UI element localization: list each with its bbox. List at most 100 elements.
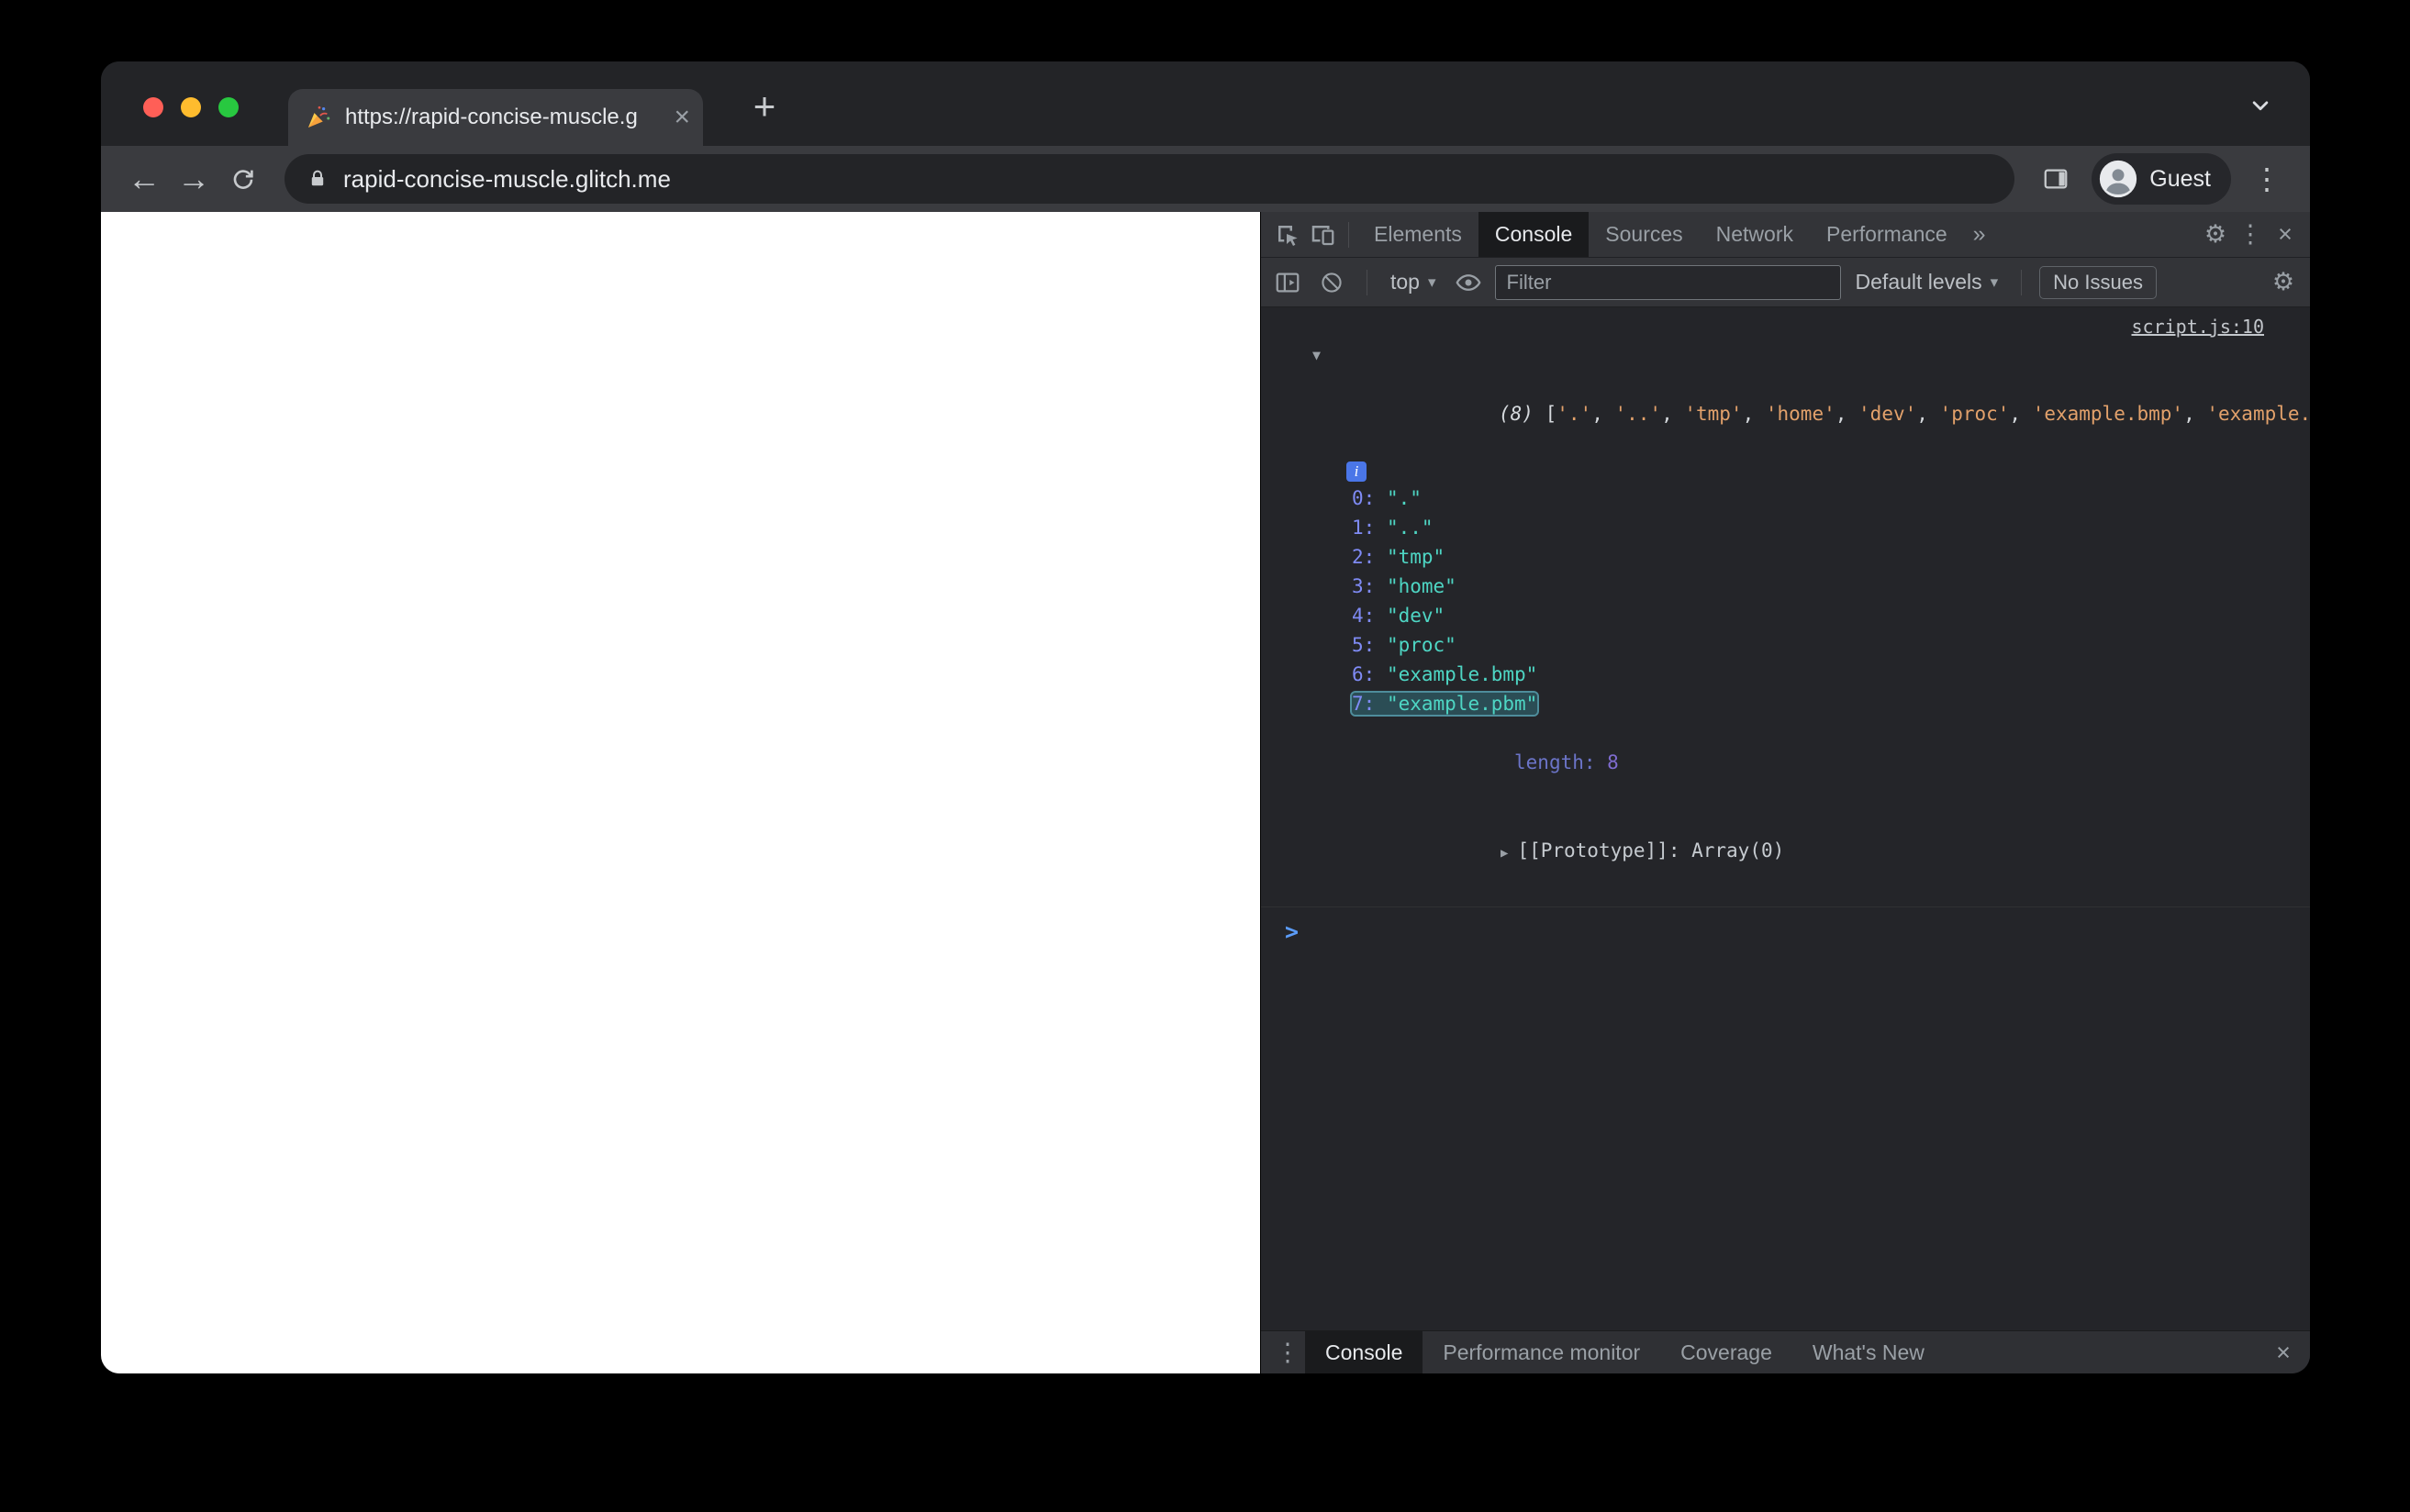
device-toolbar-icon[interactable] (1305, 217, 1340, 252)
clear-console-icon[interactable] (1314, 265, 1349, 300)
array-entry-row: 7: "example.pbm" (1261, 689, 2310, 718)
console-array-rows: 0: "." 1: ".." 2: "tmp" 3: "home" 4: "dev" 5:… (1261, 484, 2310, 718)
log-levels-label: Default levels (1855, 270, 1982, 294)
live-expression-eye-icon[interactable] (1451, 265, 1486, 300)
array-index: 3: (1352, 575, 1387, 597)
tab-search-chevron-icon[interactable] (2244, 89, 2277, 122)
new-tab-button[interactable]: + (743, 84, 786, 128)
tab-title: https://rapid-concise-muscle.g (345, 105, 638, 129)
profile-chip[interactable]: Guest (2092, 153, 2231, 205)
console-settings-gear-icon[interactable]: ⚙ (2266, 265, 2301, 300)
browser-tab[interactable]: https://rapid-concise-muscle.g × (288, 89, 703, 146)
array-value: "." (1386, 487, 1422, 509)
length-value: 8 (1607, 751, 1619, 773)
back-button[interactable]: ← (123, 158, 165, 200)
array-index: 6: (1352, 663, 1387, 685)
no-issues-button[interactable]: No Issues (2039, 265, 2157, 299)
array-entry-row: 1: ".." (1261, 513, 2310, 542)
devtools-close-icon[interactable]: × (2268, 217, 2303, 252)
console-preview-token: '..' (1614, 403, 1662, 425)
array-entry-row: 5: "proc" (1261, 630, 2310, 660)
browser-toolbar: ← → rapid-concise-muscle.glitch.me Guest… (101, 146, 2310, 212)
array-entry: 4: "dev" (1352, 605, 1445, 627)
browser-menu-button[interactable]: ⋮ (2246, 158, 2288, 200)
prototype-value: Array(0) (1691, 839, 1785, 862)
array-entry: 3: "home" (1352, 575, 1456, 597)
collapse-triangle-icon[interactable]: ▼ (1312, 340, 1321, 370)
devtools-tab-sources[interactable]: Sources (1589, 212, 1699, 257)
address-bar[interactable]: rapid-concise-muscle.glitch.me (285, 154, 2015, 204)
guest-avatar-icon (2099, 160, 2137, 198)
console-preview-token: , (1591, 403, 1615, 425)
console-preview-token: [ (1545, 403, 1557, 425)
drawer-tab-coverage[interactable]: Coverage (1660, 1331, 1792, 1373)
array-index: 0: (1352, 487, 1387, 509)
desktop-background: https://rapid-concise-muscle.g × + ← → r… (0, 0, 2410, 1512)
array-index: 2: (1352, 546, 1387, 568)
prototype-row[interactable]: ▶ [[Prototype]]: Array(0) (1261, 806, 2310, 897)
devtools-tab-network[interactable]: Network (1700, 212, 1810, 257)
context-selector-label: top (1390, 270, 1420, 294)
array-entry-row: 6: "example.bmp" (1261, 660, 2310, 689)
console-array-preview: (8) ['.', '..', 'tmp', 'home', 'dev', 'p… (1499, 403, 2310, 425)
filter-input[interactable] (1494, 264, 1841, 300)
drawer-menu-kebab-icon[interactable]: ⋮ (1270, 1335, 1305, 1370)
chevron-down-icon: ▾ (1427, 272, 1436, 291)
drawer-tab-console[interactable]: Console (1305, 1331, 1423, 1373)
inspect-element-icon[interactable] (1270, 217, 1305, 252)
console-sidebar-icon[interactable] (1270, 265, 1305, 300)
devtools-tab-performance[interactable]: Performance (1810, 212, 1964, 257)
array-value: ".." (1386, 517, 1434, 539)
more-tabs-button[interactable]: » (1964, 221, 1995, 248)
info-icon: i (1346, 461, 1367, 482)
array-index: 1: (1352, 517, 1387, 539)
devtools-tab-console[interactable]: Console (1478, 212, 1590, 257)
console-preview-token: , (1835, 403, 1859, 425)
devtools-panel: Elements Console Sources Network Performance… (1260, 212, 2310, 1373)
console-preview-token: , (2183, 403, 2207, 425)
forward-button[interactable]: → (173, 158, 215, 200)
array-preview-line: ▼ (8) ['.', '..', 'tmp', 'home', 'dev', … (1261, 340, 2310, 458)
lock-icon[interactable] (307, 168, 329, 190)
profile-name: Guest (2149, 165, 2211, 192)
array-entry: 6: "example.bmp" (1352, 663, 1537, 685)
tab-close-icon[interactable]: × (674, 104, 690, 131)
array-value: "dev" (1386, 605, 1445, 627)
array-value: "example.pbm" (1386, 693, 1538, 715)
drawer-bar: ⋮ Console Performance monitor Coverage What… (1261, 1330, 2310, 1373)
console-preview-token: '.' (1556, 403, 1592, 425)
source-link[interactable]: script.js:10 (2132, 316, 2265, 338)
devtools-tab-bar-actions: ⚙ ⋮ × (2198, 217, 2310, 252)
devtools-menu-kebab-icon[interactable]: ⋮ (2233, 217, 2268, 252)
prototype-label: [[Prototype]]: (1517, 839, 1692, 862)
array-value: "proc" (1386, 634, 1456, 656)
side-panel-button[interactable] (2035, 158, 2077, 200)
drawer-close-icon[interactable]: × (2266, 1335, 2301, 1370)
minimize-window-button[interactable] (181, 97, 201, 117)
console-preview-token: , (2009, 403, 2033, 425)
devtools-tab-list: Elements Console Sources Network Performance (1357, 212, 1964, 257)
context-selector[interactable]: top ▾ (1385, 270, 1442, 295)
separator (1348, 221, 1349, 248)
devtools-tab-elements[interactable]: Elements (1357, 212, 1478, 257)
devtools-settings-gear-icon[interactable]: ⚙ (2198, 217, 2233, 252)
reload-button[interactable] (222, 158, 264, 200)
drawer-tab-list: Console Performance monitor Coverage What's… (1305, 1331, 1945, 1373)
console-message: script.js:10 ▼ (8) ['.', '..', 'tmp', 'h… (1261, 313, 2310, 907)
expand-triangle-icon[interactable]: ▶ (1501, 846, 1508, 861)
zoom-window-button[interactable] (218, 97, 239, 117)
drawer-tab-performance-monitor[interactable]: Performance monitor (1423, 1331, 1660, 1373)
prompt-chevron-icon: > (1285, 918, 1300, 945)
evaluated-info-line: i (1261, 458, 2310, 484)
drawer-tab-what-s-new[interactable]: What's New (1792, 1331, 1945, 1373)
array-entry: 2: "tmp" (1352, 546, 1445, 568)
array-entry: 0: "." (1352, 487, 1422, 509)
log-levels-selector[interactable]: Default levels ▾ (1850, 270, 2004, 295)
array-entry: 7: "example.pbm" (1349, 691, 1540, 717)
console-prompt[interactable]: > (1261, 915, 2310, 951)
console-preview-token: 'tmp' (1684, 403, 1743, 425)
console-preview-token: 'example.pbm' (2206, 403, 2310, 425)
array-index: 5: (1352, 634, 1387, 656)
array-entry: 5: "proc" (1352, 634, 1456, 656)
close-window-button[interactable] (143, 97, 163, 117)
